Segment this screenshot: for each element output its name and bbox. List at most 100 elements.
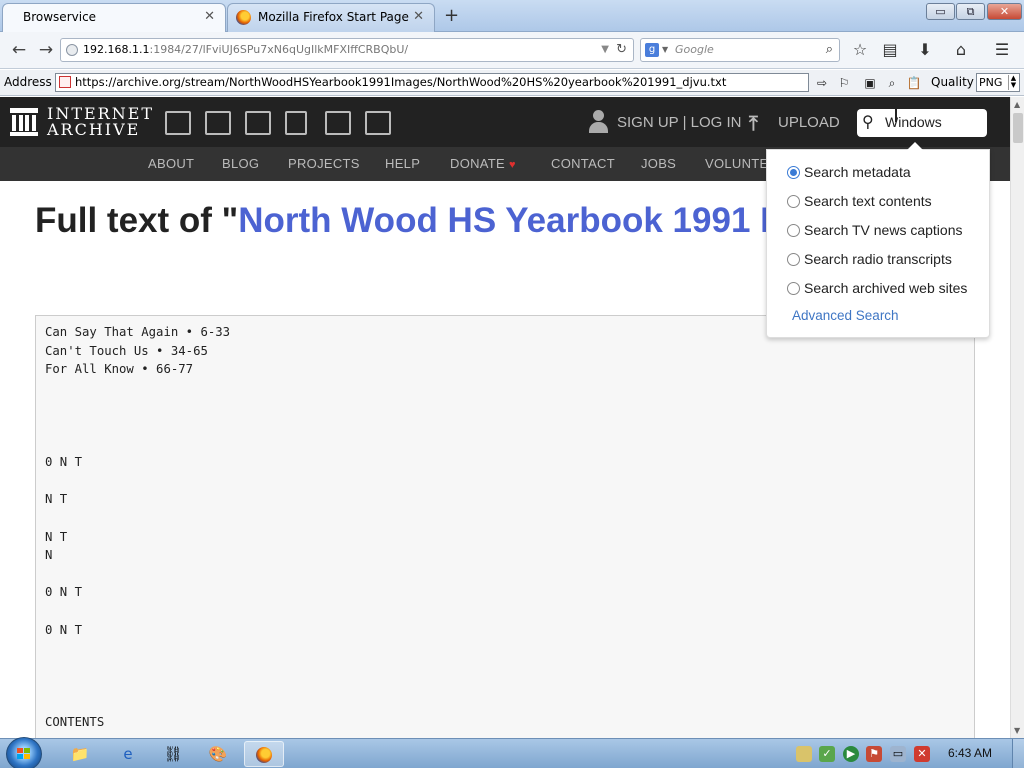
text-cursor-icon	[895, 108, 897, 122]
bookmark-icon[interactable]: ⚐	[835, 74, 853, 92]
bookmark-star-icon[interactable]: ☆	[849, 39, 871, 61]
nav-blog[interactable]: BLOG	[222, 156, 259, 171]
search-value: Windows	[885, 114, 942, 130]
option-label: Search text contents	[804, 193, 932, 209]
google-icon[interactable]: g	[645, 43, 659, 57]
tray-volume-muted-icon[interactable]: ✕	[914, 746, 930, 762]
show-desktop-button[interactable]	[1012, 739, 1024, 768]
save-icon[interactable]: ▣	[861, 74, 879, 92]
home-icon[interactable]: ⌂	[950, 39, 972, 61]
tab-browservice[interactable]: Browservice ✕	[2, 3, 226, 32]
clipboard-icon[interactable]: 📋	[905, 74, 923, 92]
images-icon[interactable]	[365, 111, 391, 135]
title-prefix: Full text of "	[35, 201, 239, 240]
address-field[interactable]: https://archive.org/stream/NorthWoodHSYe…	[55, 73, 809, 92]
network-app-icon[interactable]: ⛓	[153, 741, 193, 767]
quality-label: Quality	[931, 75, 974, 89]
taskbar: 📁 e ⛓ 🎨 ✓ ▶ ⚑ ▭ ✕ 6:43 AM	[0, 737, 1024, 768]
tray-media-icon[interactable]: ▶	[843, 746, 859, 762]
spin-arrows-icon[interactable]: ▲ ▼	[1008, 75, 1018, 90]
explorer-folder-icon[interactable]: 📁	[60, 741, 100, 767]
maximize-button[interactable]: ⧉	[956, 3, 985, 20]
nav-jobs[interactable]: JOBS	[641, 156, 676, 171]
radio-icon[interactable]	[787, 224, 800, 237]
reload-icon[interactable]: ↻	[616, 39, 627, 61]
ia-logo[interactable]: INTERNET ARCHIVE	[10, 106, 152, 140]
forward-arrow-icon[interactable]: →	[33, 38, 59, 62]
tab-close-icon[interactable]: ✕	[204, 4, 215, 30]
quality-select[interactable]: PNG ▲ ▼	[976, 73, 1020, 92]
texts-icon[interactable]	[205, 111, 231, 135]
address-label: Address	[4, 75, 52, 89]
quality-value: PNG	[979, 76, 1003, 89]
video-icon[interactable]	[245, 111, 271, 135]
full-text-content: Can Say That Again • 6-33 Can't Touch Us…	[45, 325, 231, 730]
tab-label: Browservice	[23, 10, 97, 24]
bookmarks-menu-icon[interactable]: ▤	[879, 39, 901, 61]
upload-icon[interactable]: ⤒	[749, 111, 758, 135]
search-placeholder: Google	[675, 43, 714, 56]
title-link[interactable]: North Wood HS Yearbook 1991 Im	[238, 201, 775, 240]
paint-icon[interactable]: 🎨	[198, 741, 238, 767]
url-bar[interactable]: 192.168.1.1:1984/27/lFviUJ6SPu7xN6qUgIlk…	[60, 38, 634, 62]
firefox-taskbar-icon[interactable]	[244, 741, 284, 767]
audio-icon[interactable]	[285, 111, 307, 135]
tab-strip: Browservice ✕ Mozilla Firefox Start Page…	[0, 0, 1024, 32]
page-scrollbar[interactable]: ▲ ▼	[1010, 97, 1024, 738]
minimize-button[interactable]: ▭	[926, 3, 955, 20]
nav-about[interactable]: ABOUT	[148, 156, 194, 171]
ia-search-input[interactable]: ⚲ Windows	[857, 109, 987, 137]
nav-donate[interactable]: DONATE ♥	[450, 156, 516, 171]
radio-icon[interactable]	[787, 282, 800, 295]
nav-contact[interactable]: CONTACT	[551, 156, 615, 171]
nav-donate-label: DONATE	[450, 156, 506, 171]
go-arrow-icon[interactable]: ⇨	[813, 74, 831, 92]
radio-icon[interactable]	[787, 166, 800, 179]
option-label: Search TV news captions	[804, 222, 963, 238]
nav-help[interactable]: HELP	[385, 156, 420, 171]
heart-icon: ♥	[509, 159, 516, 171]
radio-icon[interactable]	[787, 195, 800, 208]
archive-building-icon	[10, 108, 38, 136]
tray-flag-icon[interactable]: ⚑	[866, 746, 882, 762]
tray-network-icon[interactable]: ▭	[890, 746, 906, 762]
user-icon[interactable]	[588, 110, 610, 134]
search-bar[interactable]: g ▼ Google ⌕	[640, 38, 840, 62]
radio-icon[interactable]	[787, 253, 800, 266]
url-history-dropdown-icon[interactable]: ▼	[601, 39, 609, 61]
advanced-search-link[interactable]: Advanced Search	[792, 308, 899, 323]
page-viewport: INTERNET ARCHIVE SIGN UP | LOG IN ⤒ UPLO…	[0, 97, 1010, 738]
new-tab-button[interactable]: +	[444, 5, 459, 26]
start-button[interactable]	[6, 737, 42, 768]
back-arrow-icon[interactable]: ←	[6, 38, 32, 62]
scroll-up-icon[interactable]: ▲	[1014, 100, 1020, 109]
insecure-icon	[59, 76, 71, 88]
downloads-icon[interactable]: ⬇	[914, 39, 936, 61]
close-window-button[interactable]: ✕	[987, 3, 1022, 20]
scrollbar-thumb[interactable]	[1013, 113, 1023, 143]
menu-icon[interactable]: ☰	[991, 39, 1013, 61]
tab-close-icon[interactable]: ✕	[413, 4, 424, 30]
signup-login-link[interactable]: SIGN UP | LOG IN	[617, 114, 741, 131]
scroll-down-icon[interactable]: ▼	[1014, 726, 1020, 735]
tray-storage-icon[interactable]	[796, 746, 812, 762]
software-icon[interactable]	[325, 111, 351, 135]
search-icon[interactable]: ⚲	[862, 112, 874, 131]
find-icon[interactable]: ⌕	[883, 74, 901, 92]
service-toolbar: Address https://archive.org/stream/North…	[0, 70, 1024, 96]
taskbar-clock[interactable]: 6:43 AM	[948, 746, 992, 760]
search-icon[interactable]: ⌕	[826, 39, 833, 61]
option-label: Search radio transcripts	[804, 251, 952, 267]
internet-explorer-icon[interactable]: e	[108, 741, 148, 767]
web-icon[interactable]	[165, 111, 191, 135]
tab-firefox-start[interactable]: Mozilla Firefox Start Page ✕	[227, 3, 435, 32]
tray-security-icon[interactable]: ✓	[819, 746, 835, 762]
address-value: https://archive.org/stream/NorthWoodHSYe…	[75, 75, 727, 89]
nav-projects[interactable]: PROJECTS	[288, 156, 360, 171]
upload-link[interactable]: UPLOAD	[778, 114, 840, 131]
windows-flag-icon	[17, 748, 31, 760]
option-label: Search metadata	[804, 164, 911, 180]
firefox-icon	[256, 747, 272, 763]
tab-label: Mozilla Firefox Start Page	[258, 10, 409, 24]
engine-dropdown-icon[interactable]: ▼	[662, 39, 668, 61]
